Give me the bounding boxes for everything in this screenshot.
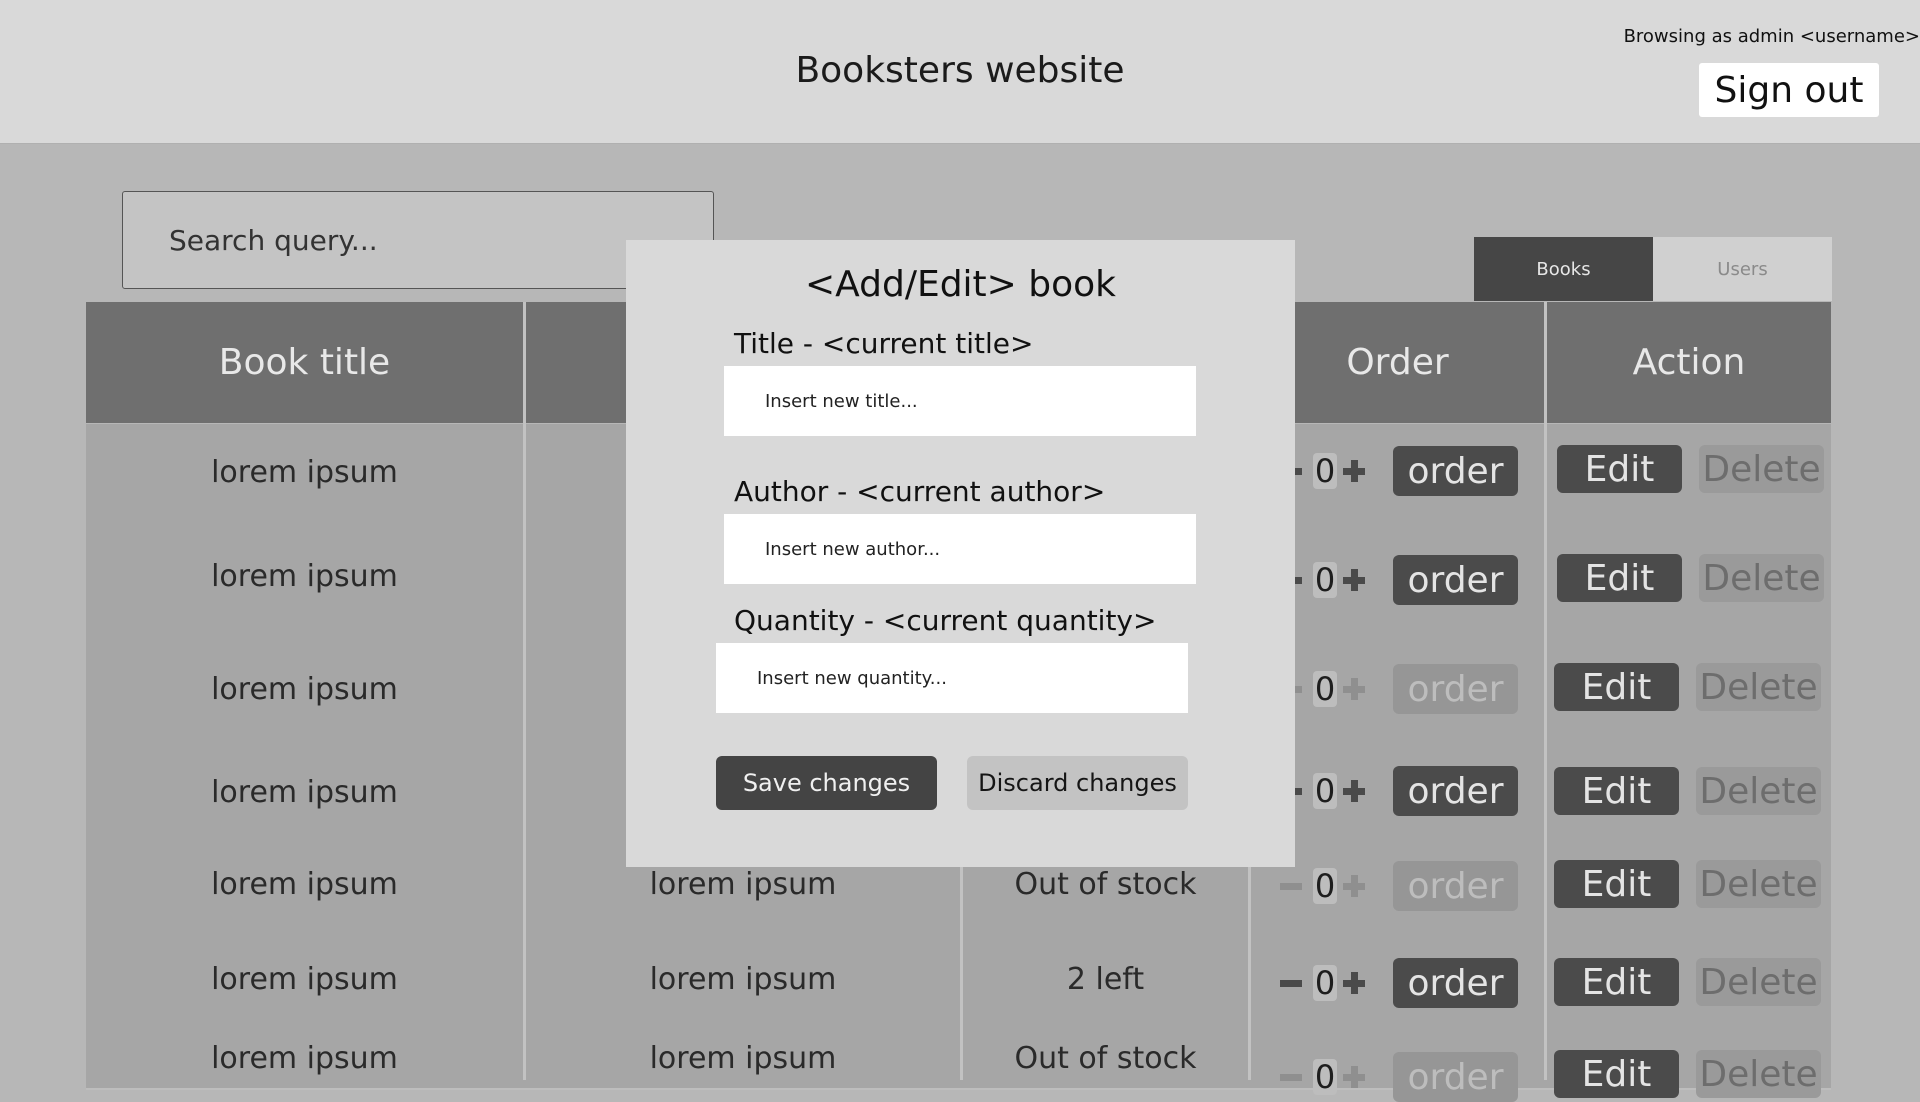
tab-books[interactable]: Books: [1474, 237, 1653, 301]
order-button[interactable]: order: [1393, 958, 1518, 1008]
stock-cell: 2 left: [1066, 961, 1145, 997]
increment-icon[interactable]: [1343, 780, 1365, 802]
quantity-value: 0: [1313, 561, 1337, 599]
author-cell: lorem ipsum: [649, 1040, 837, 1076]
increment-icon[interactable]: [1343, 875, 1365, 897]
edit-button[interactable]: Edit: [1554, 958, 1679, 1006]
delete-button[interactable]: Delete: [1696, 958, 1821, 1006]
edit-button[interactable]: Edit: [1554, 860, 1679, 908]
quantity-value: 0: [1313, 964, 1337, 1002]
author-field-label: Author - <current author>: [734, 475, 1106, 508]
quantity-input[interactable]: Insert new quantity...: [716, 643, 1188, 713]
book-title-cell: lorem ipsum: [211, 961, 398, 997]
quantity-field-label: Quantity - <current quantity>: [734, 604, 1157, 637]
order-controls: 0 order: [1280, 555, 1520, 605]
decrement-icon[interactable]: [1280, 883, 1302, 890]
delete-button[interactable]: Delete: [1696, 767, 1821, 815]
edit-button[interactable]: Edit: [1557, 554, 1682, 602]
edit-button[interactable]: Edit: [1554, 663, 1679, 711]
author-input[interactable]: Insert new author...: [724, 514, 1196, 584]
column-divider: [523, 302, 526, 1080]
edit-book-modal: <Add/Edit> book Title - <current title> …: [626, 240, 1295, 867]
discard-changes-button[interactable]: Discard changes: [967, 756, 1188, 810]
site-header: Booksters website Browsing as admin <use…: [0, 0, 1920, 144]
delete-button[interactable]: Delete: [1696, 860, 1821, 908]
author-cell: lorem ipsum: [649, 961, 837, 997]
sign-out-button[interactable]: Sign out: [1699, 63, 1879, 117]
column-divider: [1544, 302, 1547, 1080]
book-title-cell: lorem ipsum: [211, 1040, 398, 1076]
modal-title: <Add/Edit> book: [804, 264, 1117, 305]
column-header-action: Action: [1547, 302, 1831, 423]
tab-users[interactable]: Users: [1653, 237, 1832, 301]
order-button[interactable]: order: [1393, 766, 1518, 816]
order-controls: 0 order: [1280, 861, 1520, 911]
quantity-value: 0: [1313, 452, 1337, 490]
order-button[interactable]: order: [1393, 1052, 1518, 1102]
book-title-cell: lorem ipsum: [211, 867, 398, 902]
tab-bar: Books Users: [1474, 237, 1832, 301]
delete-button[interactable]: Delete: [1699, 445, 1824, 493]
quantity-value: 0: [1313, 867, 1337, 905]
title-field-label: Title - <current title>: [734, 327, 1034, 360]
book-title-cell: lorem ipsum: [211, 774, 398, 810]
increment-icon[interactable]: [1343, 1066, 1365, 1088]
book-title-cell: lorem ipsum: [211, 671, 398, 707]
order-controls: 0 order: [1280, 958, 1520, 1008]
edit-button[interactable]: Edit: [1554, 767, 1679, 815]
title-input[interactable]: Insert new title...: [724, 366, 1196, 436]
order-button[interactable]: order: [1393, 664, 1518, 714]
increment-icon[interactable]: [1343, 569, 1365, 591]
stock-cell: Out of stock: [1014, 1040, 1197, 1076]
quantity-value: 0: [1313, 1058, 1337, 1096]
decrement-icon[interactable]: [1280, 980, 1302, 987]
delete-button[interactable]: Delete: [1696, 1050, 1821, 1098]
increment-icon[interactable]: [1343, 678, 1365, 700]
book-title-cell: lorem ipsum: [211, 559, 398, 594]
column-header-book-title: Book title: [86, 302, 523, 423]
book-title-cell: lorem ipsum: [211, 454, 398, 490]
delete-button[interactable]: Delete: [1699, 554, 1824, 602]
order-controls: 0 order: [1280, 664, 1520, 714]
browsing-as-label: Browsing as admin <username>: [1623, 26, 1920, 47]
site-title: Booksters website: [795, 50, 1125, 91]
quantity-value: 0: [1313, 670, 1337, 708]
order-controls: 0 order: [1280, 766, 1520, 816]
increment-icon[interactable]: [1343, 460, 1365, 482]
delete-button[interactable]: Delete: [1696, 663, 1821, 711]
increment-icon[interactable]: [1343, 972, 1365, 994]
order-button[interactable]: order: [1393, 861, 1518, 911]
quantity-value: 0: [1313, 772, 1337, 810]
order-button[interactable]: order: [1393, 446, 1518, 496]
edit-button[interactable]: Edit: [1554, 1050, 1679, 1098]
order-button[interactable]: order: [1393, 555, 1518, 605]
order-controls: 0 order: [1280, 1052, 1520, 1102]
save-changes-button[interactable]: Save changes: [716, 756, 937, 810]
edit-button[interactable]: Edit: [1557, 445, 1682, 493]
order-controls: 0 order: [1280, 446, 1520, 496]
